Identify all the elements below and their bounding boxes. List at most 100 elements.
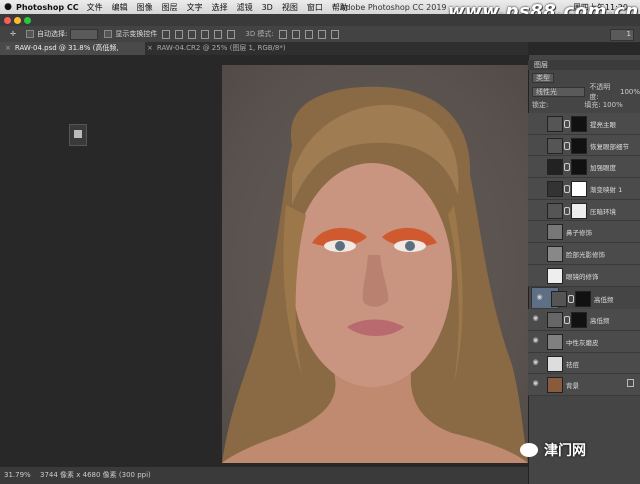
- layer-name: 高低频: [590, 317, 610, 326]
- visibility-eye-icon[interactable]: [532, 249, 539, 256]
- scale-3d-icon[interactable]: [330, 29, 339, 39]
- layer-thumbnail[interactable]: [547, 246, 563, 263]
- menu-select[interactable]: 选择: [212, 2, 228, 13]
- close-tab-icon[interactable]: ×: [147, 44, 153, 52]
- layers-panel-header: 图层: [528, 60, 640, 70]
- menu-type[interactable]: 文字: [187, 2, 203, 13]
- chain-link-icon[interactable]: [564, 185, 570, 194]
- visibility-eye-icon[interactable]: [532, 162, 539, 169]
- align-bottom-icon[interactable]: [227, 29, 236, 39]
- chain-link-icon[interactable]: [564, 206, 570, 215]
- layer-mask-thumbnail[interactable]: [571, 181, 587, 198]
- layer-row[interactable]: ◉ 中性灰磨皮: [528, 330, 640, 353]
- chain-link-icon[interactable]: [564, 163, 570, 172]
- visibility-eye-icon[interactable]: [532, 141, 539, 148]
- layer-thumbnail[interactable]: [547, 312, 563, 329]
- document-info[interactable]: 3744 像素 x 4680 像素 (300 ppi): [40, 467, 151, 484]
- menu-edit[interactable]: 编辑: [112, 2, 128, 13]
- move-tool-icon[interactable]: ✛: [6, 30, 20, 38]
- layer-thumbnail[interactable]: [551, 290, 567, 307]
- minimize-window-icon[interactable]: [14, 17, 21, 24]
- show-transform-checkbox[interactable]: [104, 30, 113, 38]
- menu-file[interactable]: 文件: [87, 2, 103, 13]
- menu-image[interactable]: 图像: [137, 2, 153, 13]
- roll-3d-icon[interactable]: [291, 29, 300, 39]
- align-right-icon[interactable]: [188, 29, 197, 39]
- chain-link-icon[interactable]: [564, 120, 570, 128]
- layer-row[interactable]: 加强眼度: [528, 156, 640, 179]
- layer-thumbnail[interactable]: [547, 267, 563, 284]
- align-center-icon[interactable]: [175, 29, 184, 39]
- layer-mask-thumbnail[interactable]: [571, 159, 587, 176]
- menu-3d[interactable]: 3D: [262, 3, 273, 12]
- visibility-eye-icon[interactable]: ◉: [536, 293, 543, 301]
- layer-row[interactable]: ◉ 高低频: [531, 286, 614, 310]
- layer-mask-thumbnail[interactable]: [571, 116, 587, 132]
- layer-thumbnail[interactable]: [547, 116, 563, 132]
- layer-row[interactable]: 渐变映射 1: [528, 178, 640, 200]
- menu-layer[interactable]: 图层: [162, 2, 178, 13]
- layer-row[interactable]: 提亮主眼: [528, 113, 640, 135]
- layer-row[interactable]: 鼻子修饰: [528, 221, 640, 244]
- tab-layers[interactable]: 图层: [534, 61, 548, 69]
- menu-window[interactable]: 窗口: [307, 2, 323, 13]
- layer-thumbnail[interactable]: [547, 137, 563, 154]
- visibility-eye-icon[interactable]: ◉: [532, 315, 539, 322]
- layer-mask-thumbnail[interactable]: [571, 137, 587, 154]
- portrait-canvas[interactable]: [222, 65, 528, 463]
- visibility-eye-icon[interactable]: [532, 227, 539, 234]
- align-left-icon[interactable]: [162, 29, 171, 39]
- apple-icon[interactable]: ●: [0, 2, 16, 12]
- kind-filter-dropdown[interactable]: 类型: [532, 72, 554, 83]
- layer-row[interactable]: ◉ 祛痘: [528, 352, 640, 375]
- layer-thumbnail[interactable]: [547, 333, 563, 350]
- visibility-eye-icon[interactable]: [532, 119, 539, 126]
- layer-row[interactable]: 眼镜的修饰: [528, 264, 640, 287]
- close-tab-icon[interactable]: ×: [5, 44, 11, 52]
- layer-mask-thumbnail[interactable]: [571, 312, 587, 329]
- slide-3d-icon[interactable]: [317, 29, 326, 39]
- layer-row[interactable]: 恢复眼部细节: [528, 134, 640, 157]
- blend-mode-dropdown[interactable]: 线性光: [532, 86, 586, 97]
- visibility-eye-icon[interactable]: [532, 271, 539, 278]
- menu-filter[interactable]: 滤镜: [237, 2, 253, 13]
- zoom-level[interactable]: 31.79%: [4, 467, 31, 484]
- auto-select-dropdown[interactable]: [70, 28, 99, 40]
- layer-row[interactable]: ◉ 背景: [528, 374, 640, 396]
- visibility-eye-icon[interactable]: ◉: [532, 380, 539, 387]
- pan-3d-icon[interactable]: [304, 29, 313, 39]
- layer-thumbnail[interactable]: [547, 202, 563, 219]
- layer-mask-thumbnail[interactable]: [575, 290, 591, 307]
- chain-link-icon[interactable]: [564, 141, 570, 150]
- align-middle-icon[interactable]: [214, 29, 223, 39]
- close-window-icon[interactable]: [4, 17, 11, 24]
- chain-link-icon[interactable]: [568, 294, 574, 303]
- layer-filter-row: 类型: [528, 72, 640, 83]
- opacity-value[interactable]: 100%: [620, 88, 640, 96]
- fill-value[interactable]: 100%: [603, 101, 623, 109]
- app-menu[interactable]: Photoshop CC: [16, 3, 79, 12]
- layer-row[interactable]: 脸部光影修饰: [528, 243, 640, 265]
- layer-mask-thumbnail[interactable]: [571, 202, 587, 219]
- chain-link-icon[interactable]: [564, 316, 570, 325]
- visibility-eye-icon[interactable]: [532, 206, 539, 213]
- visibility-eye-icon[interactable]: ◉: [532, 336, 539, 344]
- layer-name: 加强眼度: [590, 164, 616, 173]
- tab-raw04-cr2[interactable]: × RAW-04.CR2 @ 25% (图层 1, RGB/8*): [142, 42, 297, 55]
- menu-view[interactable]: 视图: [282, 2, 298, 13]
- layer-thumbnail[interactable]: [547, 355, 563, 372]
- zoom-window-icon[interactable]: [24, 17, 31, 24]
- tab-raw04-psd[interactable]: ×RAW-04.psd @ 31.8% (高低频, RGB/8*): [0, 42, 145, 65]
- layer-thumbnail[interactable]: [547, 224, 563, 241]
- layer-thumbnail[interactable]: [547, 181, 563, 198]
- layer-thumbnail[interactable]: [547, 159, 563, 176]
- auto-select-checkbox[interactable]: [26, 30, 34, 38]
- orbit-3d-icon[interactable]: [278, 29, 287, 39]
- align-top-icon[interactable]: [201, 29, 210, 39]
- visibility-eye-icon[interactable]: ◉: [532, 358, 539, 366]
- workspace-switcher[interactable]: 1: [610, 29, 634, 41]
- layer-row[interactable]: ◉ 高低频: [528, 309, 640, 331]
- layer-row[interactable]: 压暗环境: [528, 199, 640, 222]
- visibility-eye-icon[interactable]: [532, 184, 539, 191]
- layer-thumbnail[interactable]: [547, 377, 563, 394]
